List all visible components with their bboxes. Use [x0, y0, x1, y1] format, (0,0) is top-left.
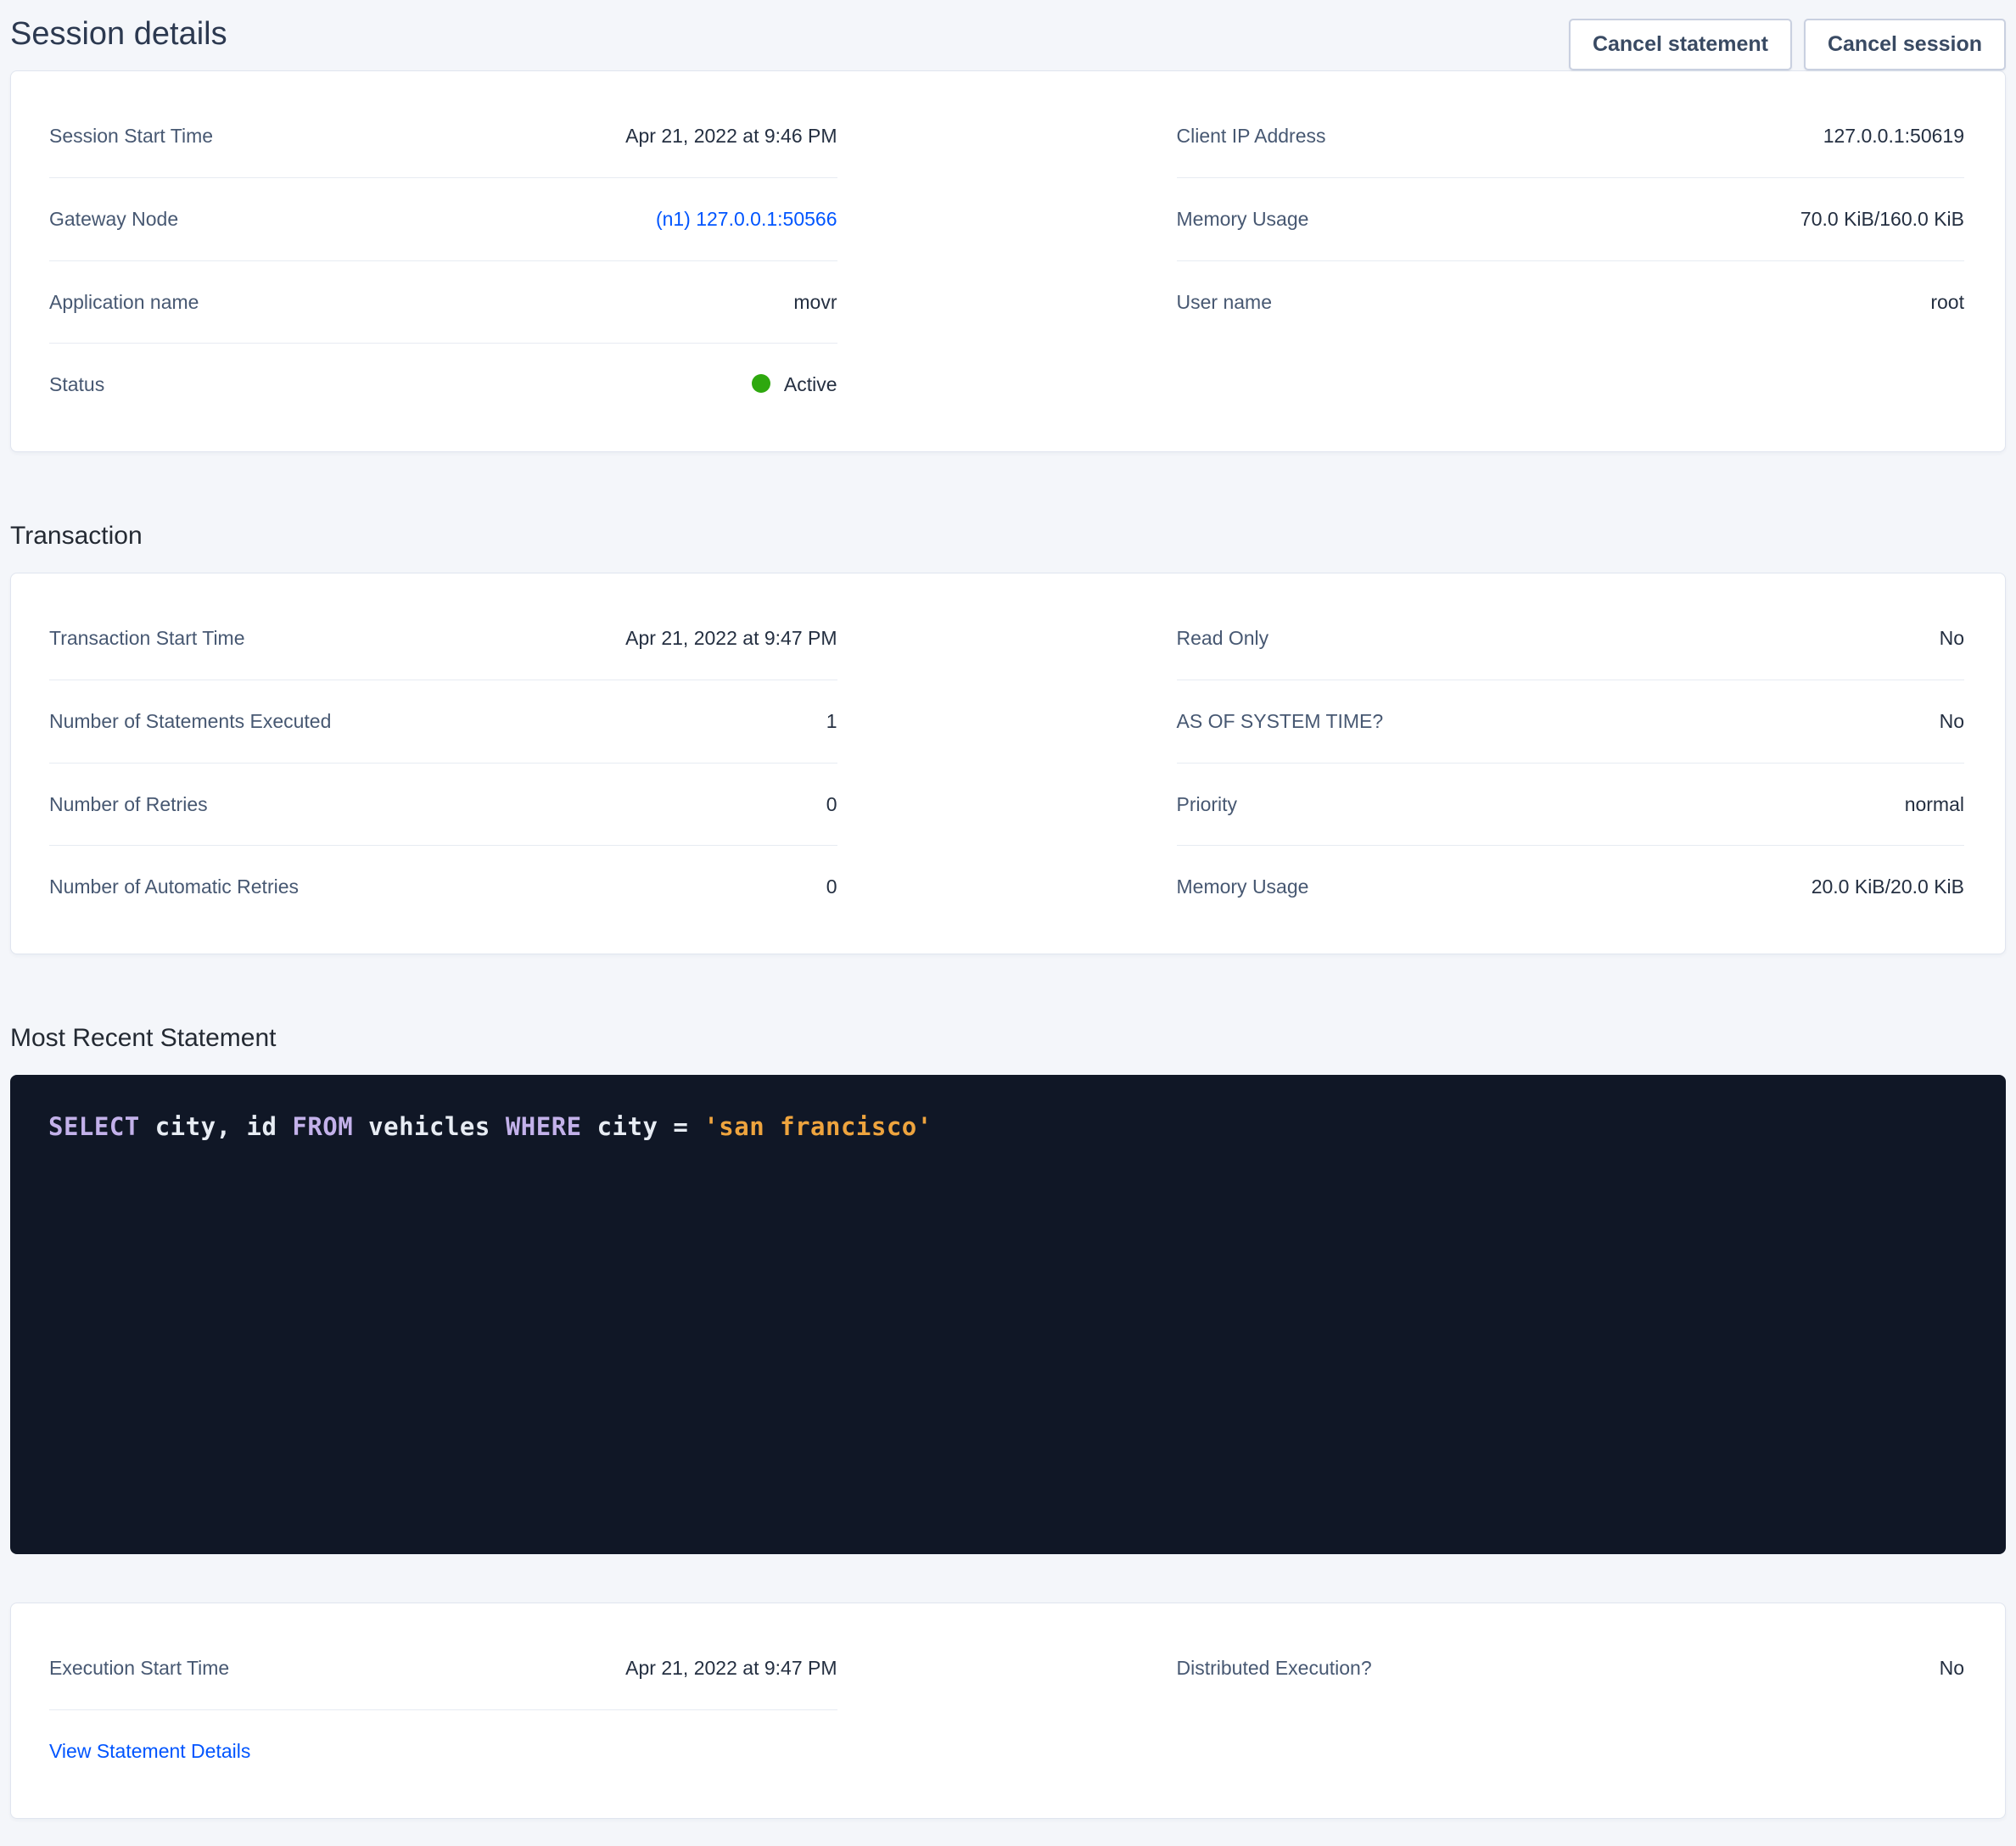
summary-row-read-only: Read Only No — [1177, 597, 1965, 680]
summary-row-automatic-retries: Number of Automatic Retries 0 — [49, 846, 837, 928]
summary-row-execution-start-time: Execution Start Time Apr 21, 2022 at 9:47… — [49, 1627, 837, 1710]
summary-row-session-start-time: Session Start Time Apr 21, 2022 at 9:46 P… — [49, 95, 837, 178]
distributed-execution-label: Distributed Execution? — [1177, 1656, 1372, 1681]
transaction-start-time-value: Apr 21, 2022 at 9:47 PM — [625, 626, 837, 651]
session-card-left-column: Session Start Time Apr 21, 2022 at 9:46 P… — [49, 95, 837, 426]
statements-executed-value: 1 — [826, 709, 837, 734]
session-card-grid: Session Start Time Apr 21, 2022 at 9:46 P… — [11, 71, 2005, 451]
as-of-system-time-label: AS OF SYSTEM TIME? — [1177, 709, 1384, 734]
client-ip-address-value: 127.0.0.1:50619 — [1823, 124, 1964, 148]
sql-statement-box: SELECT city, id FROM vehicles WHERE city… — [10, 1075, 2006, 1554]
read-only-label: Read Only — [1177, 626, 1269, 651]
transaction-section-title: Transaction — [10, 522, 2016, 551]
summary-row-transaction-memory-usage: Memory Usage 20.0 KiB/20.0 KiB — [1177, 846, 1965, 928]
as-of-system-time-value: No — [1940, 709, 1964, 734]
distributed-execution-value: No — [1940, 1656, 1964, 1681]
summary-row-session-status: Status Active — [49, 344, 837, 426]
sql-token-keyword: SELECT — [48, 1112, 140, 1141]
most-recent-statement-title: Most Recent Statement — [10, 1024, 2016, 1053]
summary-row-number-of-retries: Number of Retries 0 — [49, 764, 837, 847]
session-summary-card: Session Start Time Apr 21, 2022 at 9:46 P… — [10, 70, 2006, 452]
summary-row-session-memory-usage: Memory Usage 70.0 KiB/160.0 KiB — [1177, 178, 1965, 261]
transaction-card-left-column: Transaction Start Time Apr 21, 2022 at 9:… — [49, 597, 837, 928]
session-start-time-label: Session Start Time — [49, 124, 213, 148]
transaction-start-time-label: Transaction Start Time — [49, 626, 245, 651]
sql-token-keyword: WHERE — [506, 1112, 582, 1141]
spacer — [0, 1554, 2016, 1603]
transaction-memory-usage-value: 20.0 KiB/20.0 KiB — [1812, 875, 1964, 899]
summary-row-application-name: Application name movr — [49, 261, 837, 344]
page-header: Session details Cancel statement Cancel … — [0, 0, 2016, 70]
summary-row-view-statement-details: View Statement Details — [49, 1710, 837, 1793]
summary-row-client-ip-address: Client IP Address 127.0.0.1:50619 — [1177, 95, 1965, 178]
transaction-summary-card: Transaction Start Time Apr 21, 2022 at 9:… — [10, 573, 2006, 954]
session-start-time-value: Apr 21, 2022 at 9:46 PM — [625, 124, 837, 148]
transaction-card-grid: Transaction Start Time Apr 21, 2022 at 9:… — [11, 573, 2005, 954]
execution-start-time-label: Execution Start Time — [49, 1656, 229, 1681]
automatic-retries-label: Number of Automatic Retries — [49, 875, 299, 899]
session-status-value: Active — [752, 372, 837, 397]
summary-row-as-of-system-time: AS OF SYSTEM TIME? No — [1177, 680, 1965, 764]
execution-start-time-value: Apr 21, 2022 at 9:47 PM — [625, 1656, 837, 1681]
sql-token-plain: city = — [582, 1112, 704, 1141]
page-title: Session details — [10, 15, 227, 54]
execution-card-right-column: Distributed Execution? No — [1177, 1627, 1965, 1709]
summary-row-priority: Priority normal — [1177, 764, 1965, 847]
sql-token-plain: city, id — [140, 1112, 293, 1141]
application-name-label: Application name — [49, 290, 199, 315]
number-of-retries-value: 0 — [826, 792, 837, 817]
client-ip-address-label: Client IP Address — [1177, 124, 1326, 148]
transaction-card-right-column: Read Only No AS OF SYSTEM TIME? No Priority n… — [1177, 597, 1965, 928]
cancel-statement-button[interactable]: Cancel statement — [1569, 19, 1792, 70]
view-statement-details-link[interactable]: View Statement Details — [49, 1739, 250, 1764]
sql-token-string: 'san francisco' — [703, 1112, 932, 1141]
status-active-dot-icon — [752, 374, 770, 393]
priority-value: normal — [1905, 792, 1964, 817]
summary-row-distributed-execution: Distributed Execution? No — [1177, 1627, 1965, 1709]
summary-row-statements-executed: Number of Statements Executed 1 — [49, 680, 837, 764]
user-name-label: User name — [1177, 290, 1272, 315]
priority-label: Priority — [1177, 792, 1238, 817]
execution-card-left-column: Execution Start Time Apr 21, 2022 at 9:47… — [49, 1627, 837, 1793]
gateway-node-value[interactable]: (n1) 127.0.0.1:50566 — [656, 207, 837, 232]
session-memory-usage-label: Memory Usage — [1177, 207, 1309, 232]
sql-token-plain: vehicles — [353, 1112, 506, 1141]
execution-summary-card: Execution Start Time Apr 21, 2022 at 9:47… — [10, 1603, 2006, 1819]
header-actions: Cancel statement Cancel session — [1569, 19, 2006, 70]
session-status-label: Status — [49, 372, 104, 397]
read-only-value: No — [1940, 626, 1964, 651]
sql-token-keyword: FROM — [292, 1112, 353, 1141]
summary-row-user-name: User name root — [1177, 261, 1965, 344]
session-card-right-column: Client IP Address 127.0.0.1:50619 Memory U… — [1177, 95, 1965, 343]
number-of-retries-label: Number of Retries — [49, 792, 208, 817]
summary-row-gateway-node: Gateway Node (n1) 127.0.0.1:50566 — [49, 178, 837, 261]
cancel-session-button[interactable]: Cancel session — [1804, 19, 2006, 70]
statements-executed-label: Number of Statements Executed — [49, 709, 331, 734]
user-name-value: root — [1930, 290, 1964, 315]
application-name-value: movr — [793, 290, 837, 315]
session-memory-usage-value: 70.0 KiB/160.0 KiB — [1800, 207, 1964, 232]
gateway-node-label: Gateway Node — [49, 207, 178, 232]
automatic-retries-value: 0 — [826, 875, 837, 899]
summary-row-transaction-start-time: Transaction Start Time Apr 21, 2022 at 9:… — [49, 597, 837, 680]
sql-statement-text: SELECT city, id FROM vehicles WHERE city… — [48, 1112, 1968, 1141]
execution-card-grid: Execution Start Time Apr 21, 2022 at 9:47… — [11, 1603, 2005, 1818]
transaction-memory-usage-label: Memory Usage — [1177, 875, 1309, 899]
